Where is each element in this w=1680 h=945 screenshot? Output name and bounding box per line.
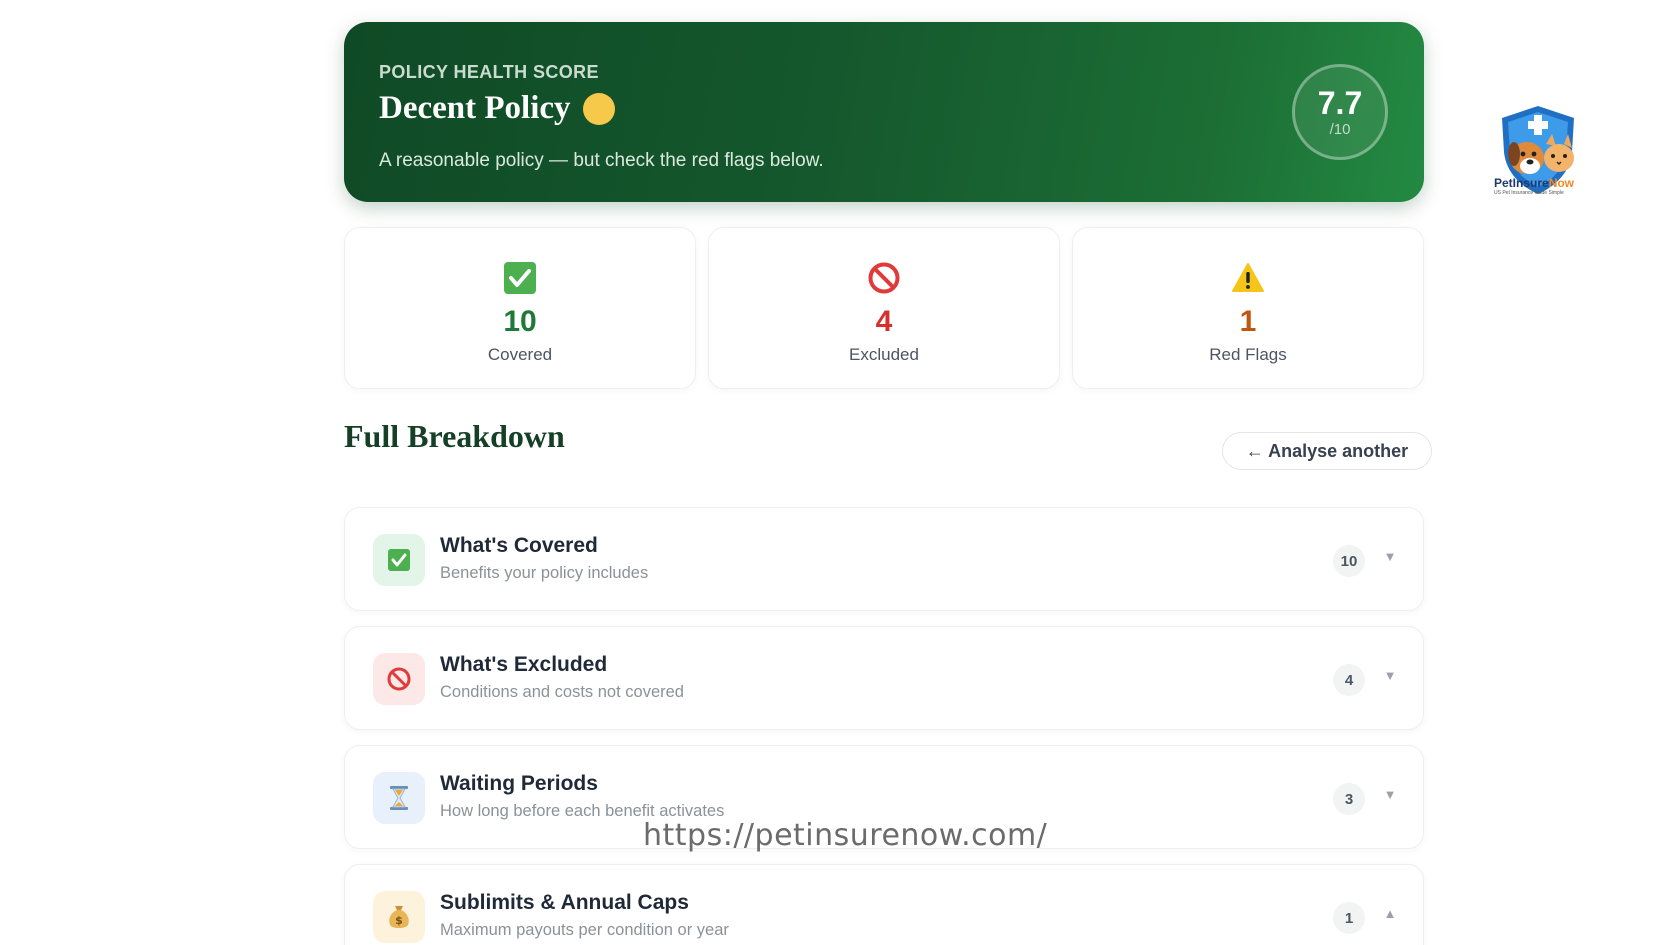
row-subtitle: Benefits your policy includes xyxy=(440,564,649,582)
row-subtitle: Conditions and costs not covered xyxy=(440,683,684,701)
warning-icon xyxy=(1232,263,1264,292)
breakdown-row-excluded[interactable]: What's Excluded Conditions and costs not… xyxy=(344,626,1424,730)
row-title: Waiting Periods xyxy=(440,772,598,795)
logo-wordmark-part1: PetInsure xyxy=(1494,176,1549,190)
row-title: What's Excluded xyxy=(440,653,608,676)
row-title: Sublimits & Annual Caps xyxy=(440,891,689,914)
stat-card-red-flags: 1 Red Flags xyxy=(1072,227,1424,389)
prohibited-icon xyxy=(387,667,411,691)
excluded-count: 4 xyxy=(875,305,893,338)
score-value: 7.7 xyxy=(1317,84,1363,121)
stat-card-covered: 10 Covered xyxy=(344,227,696,389)
logo-wordmark-part2: Now xyxy=(1548,176,1575,190)
policy-rating-subtitle: A reasonable policy — but check the red … xyxy=(379,150,824,171)
row-subtitle: Maximum payouts per condition or year xyxy=(440,921,729,939)
policy-rating-title: Decent Policy xyxy=(379,90,571,126)
logo-tagline: US Pet Insurance Made Simple xyxy=(1494,190,1564,196)
url-watermark: https://petinsurenow.com/ xyxy=(643,818,1048,853)
breakdown-row-sublimits[interactable]: $ Sublimits & Annual Caps Maximum payout… xyxy=(344,864,1424,945)
stat-card-excluded: 4 Excluded xyxy=(708,227,1060,389)
prohibited-icon xyxy=(868,262,900,294)
breakdown-row-covered[interactable]: What's Covered Benefits your policy incl… xyxy=(344,507,1424,611)
covered-count: 10 xyxy=(503,305,537,338)
row-title: What's Covered xyxy=(440,534,598,557)
svg-text:$: $ xyxy=(395,914,403,927)
row-count-badge: 3 xyxy=(1333,783,1365,815)
score-badge: 7.7 /10 xyxy=(1292,64,1388,160)
status-dot-icon xyxy=(582,92,615,125)
covered-label: Covered xyxy=(487,345,553,364)
policy-health-eyebrow: POLICY HEALTH SCORE xyxy=(379,62,599,82)
chevron-up-icon[interactable]: ▲ xyxy=(1383,907,1397,921)
policy-rating-heading: Decent Policy xyxy=(379,90,615,127)
row-count-badge: 10 xyxy=(1333,545,1365,577)
analyse-another-button[interactable]: ← Analyse another xyxy=(1222,432,1432,470)
logo-wordmark: PetInsureNow xyxy=(1494,176,1574,190)
chevron-down-icon[interactable]: ▼ xyxy=(1383,788,1397,802)
money-bag-icon: $ xyxy=(389,906,409,928)
row-count-badge: 1 xyxy=(1333,902,1365,934)
row-icon-container: $ xyxy=(373,891,425,943)
score-max: /10 xyxy=(1329,120,1351,138)
excluded-label: Excluded xyxy=(849,345,919,364)
row-icon-container xyxy=(373,772,425,824)
hourglass-icon xyxy=(390,786,408,810)
chevron-down-icon[interactable]: ▼ xyxy=(1383,669,1397,683)
row-icon-container xyxy=(373,534,425,586)
red-flags-label: Red Flags xyxy=(1209,345,1287,364)
red-flags-count: 1 xyxy=(1239,305,1257,338)
chevron-down-icon[interactable]: ▼ xyxy=(1383,550,1397,564)
check-icon xyxy=(504,262,536,294)
row-count-badge: 4 xyxy=(1333,664,1365,696)
row-icon-container xyxy=(373,653,425,705)
policy-health-card: POLICY HEALTH SCORE Decent Policy A reas… xyxy=(344,22,1424,202)
check-icon xyxy=(388,549,410,571)
full-breakdown-heading: Full Breakdown xyxy=(344,418,565,454)
